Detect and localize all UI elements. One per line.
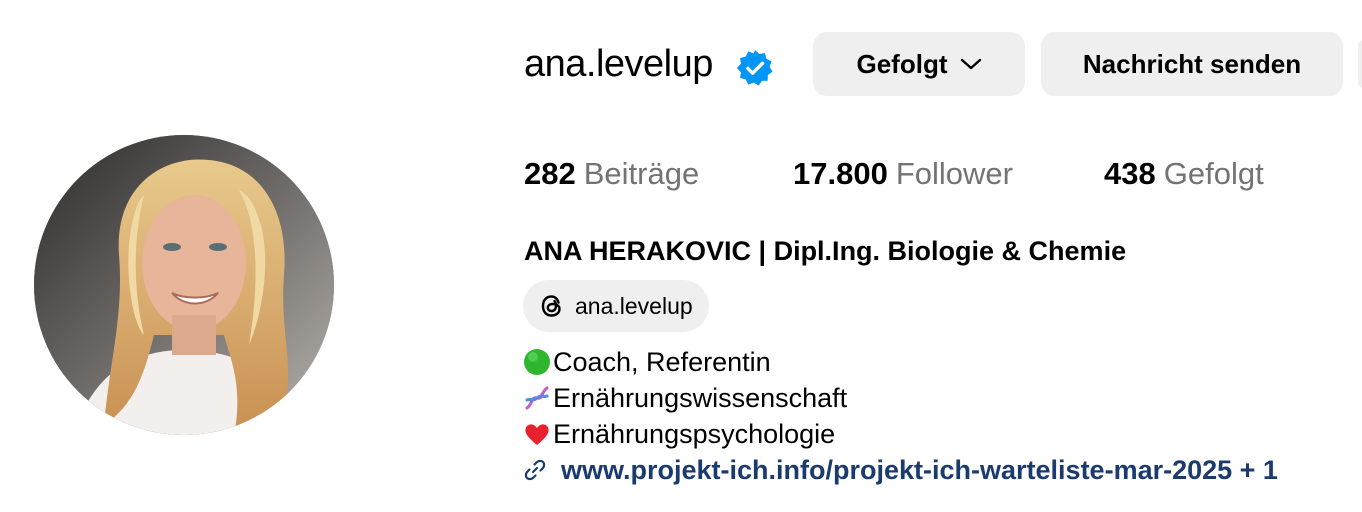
verified-badge-icon (736, 49, 774, 87)
bio-line: Coach, Referentin (523, 344, 771, 380)
threads-link[interactable]: ana.levelup (523, 280, 709, 332)
bio-line: Ernährungswissenschaft (523, 380, 847, 416)
send-message-button-label: Nachricht senden (1082, 48, 1302, 79)
link-icon (524, 459, 546, 481)
profile-full-name: ANA HERAKOVIC | Dipl.Ing. Biologie & Che… (524, 236, 1127, 266)
posts-count: 282 (524, 156, 576, 191)
profile-avatar[interactable] (34, 135, 334, 435)
profile-username: ana.levelup (524, 43, 713, 85)
bio-link-text[interactable]: www.projekt-ich.info/projekt-ich-warteli… (561, 452, 1278, 488)
avatar-photo (34, 135, 334, 435)
following-stat[interactable]: 438 Gefolgt (1104, 154, 1264, 194)
more-options-button[interactable] (1358, 40, 1362, 88)
red-heart-icon (525, 424, 549, 445)
send-message-button[interactable]: Nachricht senden (1041, 32, 1343, 96)
green-circle-icon (524, 349, 550, 375)
posts-stat: 282 Beiträge (524, 154, 699, 194)
bio-line-text: Ernährungspsychologie (553, 419, 836, 449)
bio-line-text: Coach, Referentin (553, 347, 771, 377)
chevron-down-icon (960, 58, 981, 70)
bio-line: Ernährungspsychologie (523, 416, 835, 452)
following-count: 438 (1104, 156, 1156, 191)
followers-count: 17.800 (793, 156, 888, 191)
bio-line-text: Ernährungswissenschaft (553, 383, 848, 413)
following-label: Gefolgt (1163, 156, 1264, 191)
dna-icon (525, 386, 549, 410)
threads-handle: ana.levelup (575, 292, 693, 319)
posts-label: Beiträge (583, 156, 700, 191)
bio-link[interactable]: www.projekt-ich.info/projekt-ich-warteli… (523, 452, 1278, 488)
followers-stat[interactable]: 17.800 Follower (793, 154, 1013, 194)
followers-label: Follower (895, 156, 1013, 191)
threads-icon (541, 295, 561, 317)
following-button[interactable]: Gefolgt (813, 32, 1025, 96)
following-button-label: Gefolgt (856, 48, 948, 79)
